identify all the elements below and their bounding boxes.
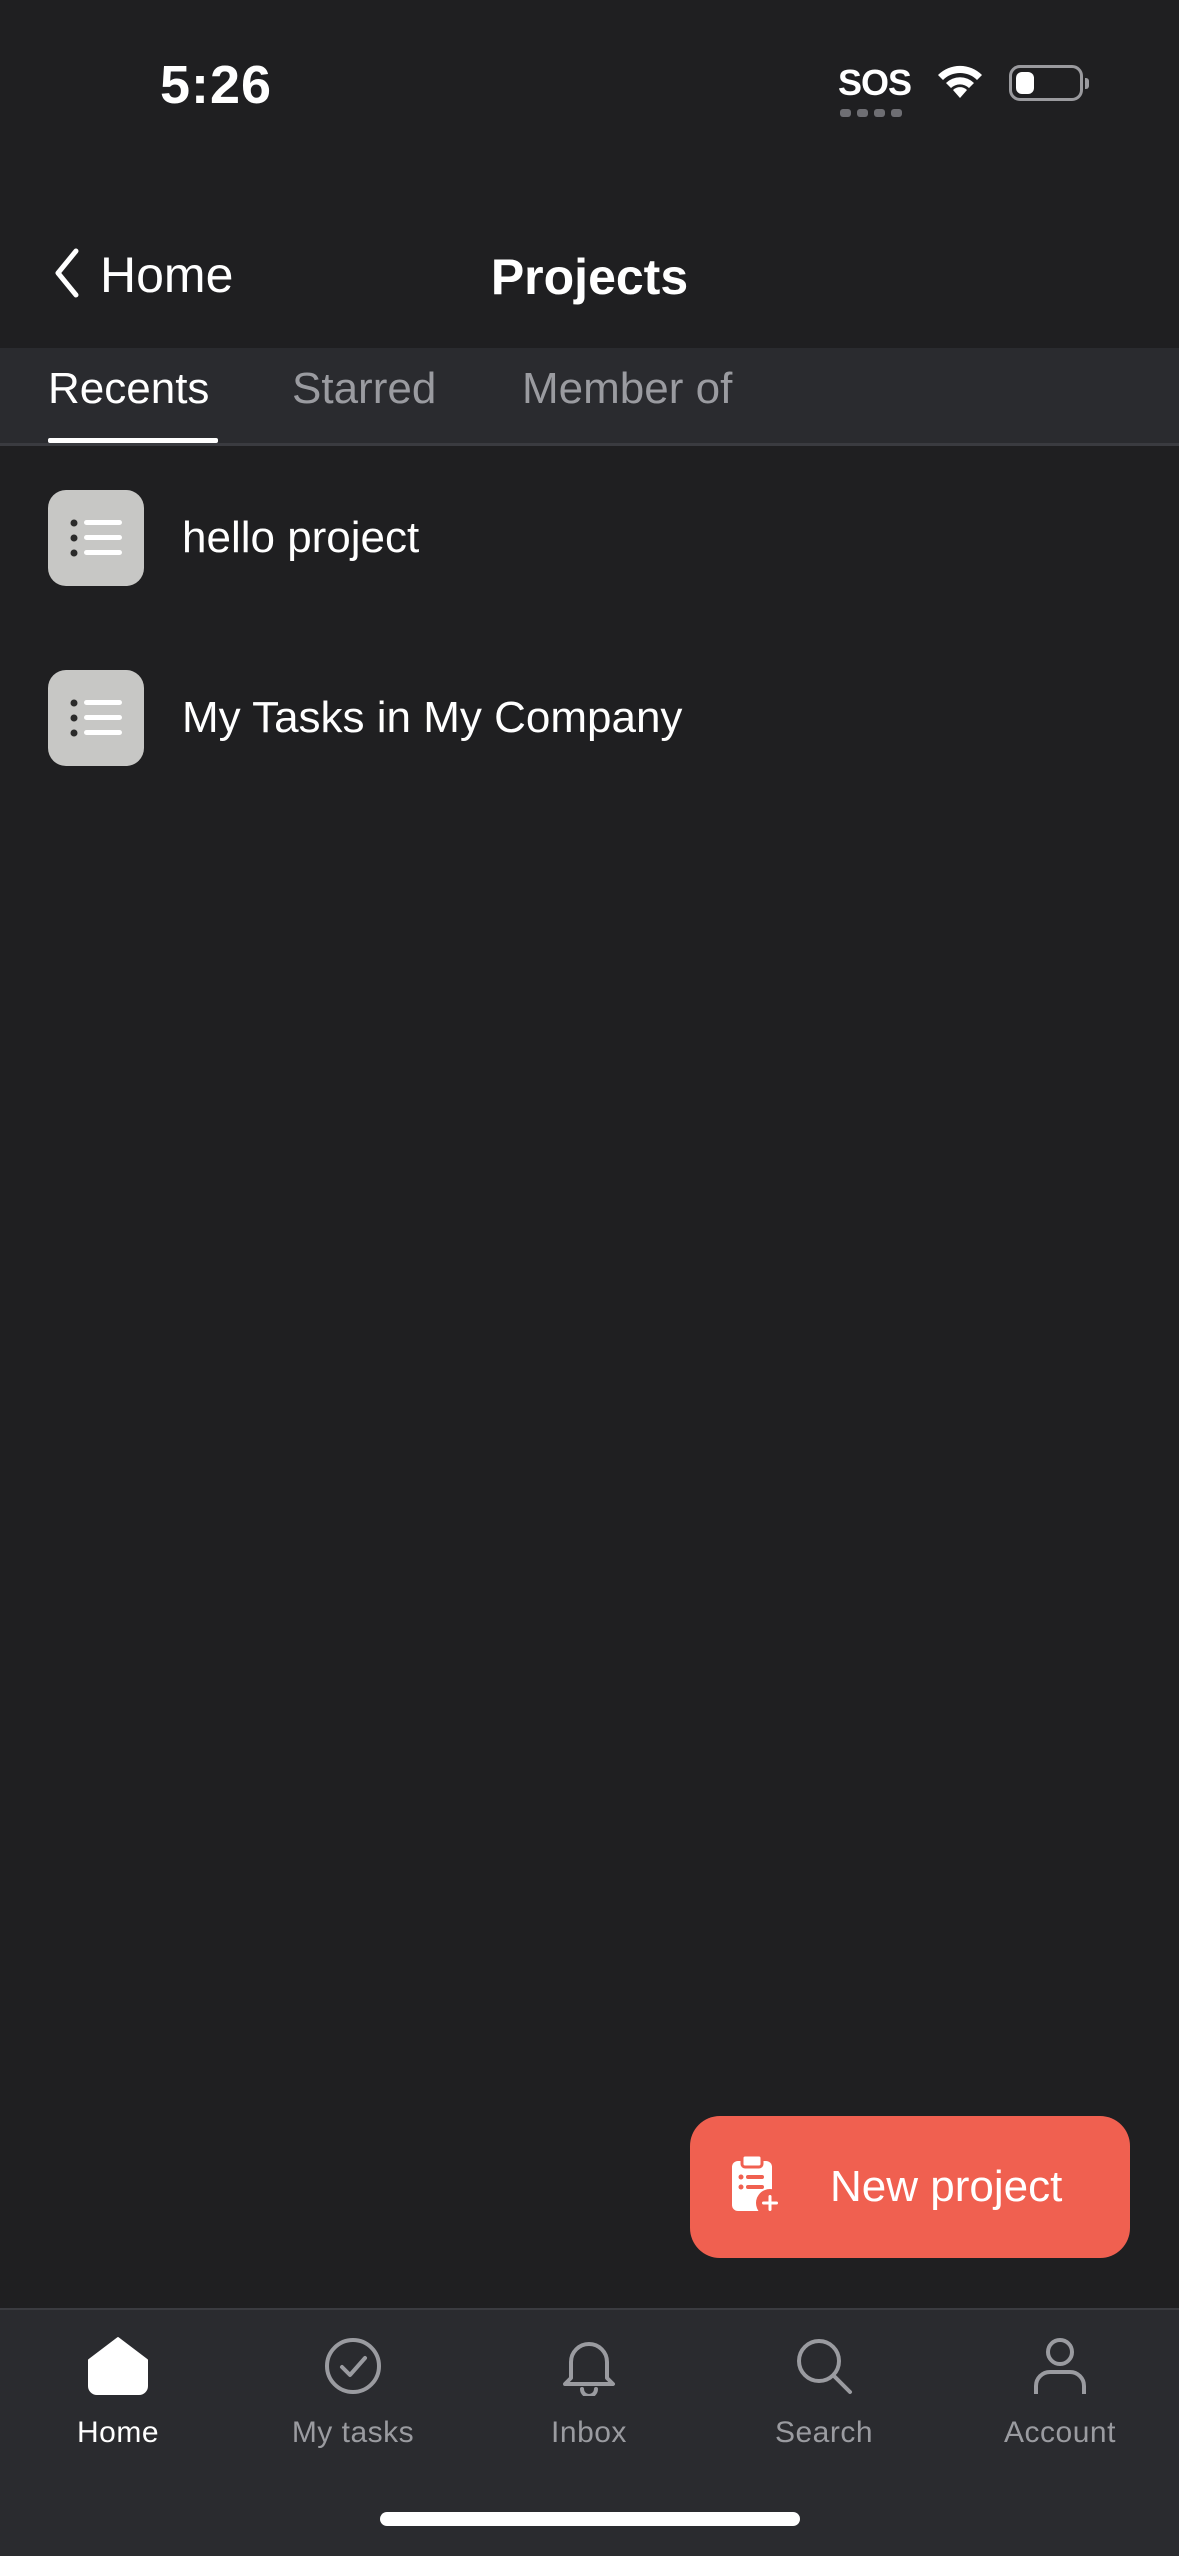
project-tabs: Recents Starred Member of [0,348,1179,446]
projects-screen: 5:26 SOS Home Projects Recents Starred M… [0,0,1179,2556]
sos-indicator: SOS [837,61,912,117]
home-icon [86,2334,150,2398]
list-icon [48,490,144,586]
page-title: Projects [490,249,689,305]
project-row-hello-project[interactable]: hello project [48,490,419,586]
tabbar-label-inbox: Inbox [551,2416,627,2449]
active-tab-indicator [48,438,218,443]
tabbar-item-home[interactable]: Home [18,2334,218,2450]
signal-dots [839,108,902,117]
wifi-icon [933,60,987,105]
search-icon [792,2334,856,2398]
tabbar-item-account[interactable]: Account [960,2334,1160,2450]
battery-icon [1009,64,1089,101]
project-name: hello project [182,513,420,562]
tab-recents[interactable]: Recents [48,364,209,414]
new-project-label: New project [830,2162,1063,2211]
tabbar-item-my-tasks[interactable]: My tasks [253,2334,453,2450]
tabbar-item-search[interactable]: Search [724,2334,924,2450]
sos-label: SOS [837,61,912,103]
bell-icon [557,2334,621,2398]
person-icon [1028,2334,1092,2398]
status-time: 5:26 [160,55,273,115]
tabbar-item-inbox[interactable]: Inbox [489,2334,689,2450]
tabbar-label-search: Search [774,2416,874,2449]
clipboard-plus-icon [730,2153,786,2222]
project-name: My Tasks in My Company [182,693,683,742]
home-indicator [380,2512,800,2526]
check-circle-icon [321,2334,385,2398]
tabbar-label-my-tasks: My tasks [291,2416,415,2449]
tabbar-label-home: Home [76,2416,160,2449]
tabbar-label-account: Account [1004,2416,1116,2449]
tab-member-of[interactable]: Member of [522,364,732,414]
new-project-button[interactable]: New project [690,2116,1130,2258]
project-row-my-tasks[interactable]: My Tasks in My Company [48,670,682,766]
tab-starred[interactable]: Starred [292,364,436,414]
battery-fill [1016,71,1034,94]
status-icons: SOS [837,60,1089,117]
list-icon [48,670,144,766]
